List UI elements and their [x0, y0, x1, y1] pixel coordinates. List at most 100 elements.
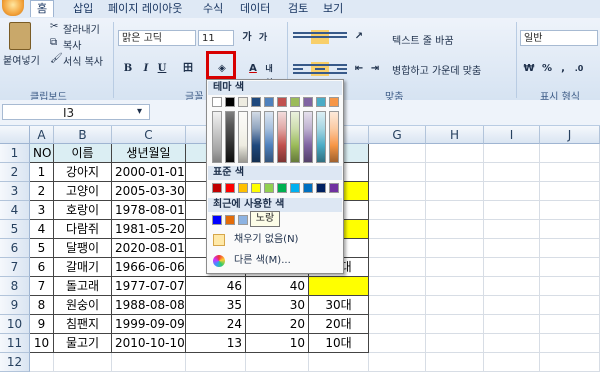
standard-color-swatch[interactable] [316, 183, 326, 193]
name-box[interactable]: I3 [2, 104, 150, 120]
shrink-font-icon[interactable]: 가 [256, 31, 270, 45]
more-colors-option[interactable]: 다른 색(M)... [208, 252, 342, 270]
theme-color-shade-swatch[interactable] [225, 111, 235, 163]
cell[interactable] [484, 163, 540, 182]
select-all-corner[interactable] [0, 126, 30, 144]
tab-data[interactable]: 데이터 [240, 1, 270, 17]
theme-color-shade-swatch[interactable] [277, 111, 287, 163]
row-header-10[interactable]: 10 [0, 315, 30, 334]
bottom-align-icon[interactable] [329, 30, 347, 44]
percent-icon[interactable]: % [540, 62, 554, 76]
tab-view[interactable]: 보기 [323, 1, 343, 17]
theme-color-shade-swatch[interactable] [264, 111, 274, 163]
indent-icon[interactable]: ⇤ [352, 62, 366, 76]
cell[interactable] [426, 239, 484, 258]
cell[interactable] [484, 239, 540, 258]
column-header-g[interactable]: G [369, 126, 426, 144]
font-size-box[interactable]: 11 [198, 30, 234, 46]
cell[interactable] [426, 296, 484, 315]
birthdate-cell[interactable]: 2010-10-10 [112, 334, 186, 353]
font-color-button[interactable]: A [246, 62, 260, 76]
paste-icon[interactable] [9, 22, 31, 50]
align-right-icon[interactable] [329, 62, 347, 76]
italic-button[interactable]: I [139, 62, 153, 76]
cell[interactable] [540, 277, 600, 296]
theme-color-shade-swatch[interactable] [251, 111, 261, 163]
cell[interactable] [426, 315, 484, 334]
orientation-icon[interactable]: ↗ [352, 30, 366, 44]
decade-cell[interactable]: 30 [246, 296, 309, 315]
row-header-6[interactable]: 6 [0, 239, 30, 258]
row-header-3[interactable]: 3 [0, 182, 30, 201]
birthdate-cell[interactable]: 1966-06-06 [112, 258, 186, 277]
middle-align-icon[interactable] [311, 30, 329, 44]
cell[interactable] [369, 277, 426, 296]
cell[interactable] [484, 296, 540, 315]
border-icon[interactable]: 田 [181, 62, 195, 76]
bold-button[interactable]: B [121, 62, 135, 76]
tab-insert[interactable]: 삽입 [73, 1, 93, 17]
header-no[interactable]: NO [30, 144, 54, 163]
standard-color-swatch[interactable] [329, 183, 339, 193]
name-cell[interactable]: 강아지 [54, 163, 112, 182]
age-group-cell[interactable]: 10대 [309, 334, 369, 353]
cut-button[interactable]: 잘라내기 [63, 21, 100, 36]
cell[interactable] [369, 315, 426, 334]
increase-decimal-icon[interactable]: .0 [572, 62, 586, 76]
birthdate-cell[interactable]: 2005-03-30 [112, 182, 186, 201]
no-cell[interactable]: 3 [30, 201, 54, 220]
no-cell[interactable]: 10 [30, 334, 54, 353]
theme-color-swatch[interactable] [277, 97, 287, 107]
name-cell[interactable]: 원숭이 [54, 296, 112, 315]
standard-color-swatch[interactable] [290, 183, 300, 193]
cell[interactable] [540, 182, 600, 201]
phonetic-icon[interactable]: 내천 [262, 62, 276, 87]
column-header-a[interactable]: A [30, 126, 54, 144]
birthdate-cell[interactable]: 1978-08-01 [112, 201, 186, 220]
cell[interactable] [484, 334, 540, 353]
standard-color-swatch[interactable] [277, 183, 287, 193]
row-header-1[interactable]: 1 [0, 144, 30, 163]
cell[interactable] [540, 258, 600, 277]
comma-icon[interactable]: , [556, 62, 570, 76]
cell[interactable] [426, 334, 484, 353]
age-cell[interactable]: 35 [186, 296, 246, 315]
cell[interactable] [426, 201, 484, 220]
cell[interactable] [540, 315, 600, 334]
decade-cell[interactable]: 40 [246, 277, 309, 296]
cell[interactable] [540, 334, 600, 353]
no-cell[interactable]: 9 [30, 315, 54, 334]
cell[interactable] [484, 182, 540, 201]
cut-icon[interactable]: ✂ [50, 21, 58, 32]
standard-color-swatch[interactable] [264, 183, 274, 193]
outdent-icon[interactable]: ⇥ [368, 62, 382, 76]
cell[interactable] [426, 182, 484, 201]
theme-color-shade-swatch[interactable] [212, 111, 222, 163]
cell[interactable] [54, 353, 112, 372]
birthdate-cell[interactable]: 1977-07-07 [112, 277, 186, 296]
birthdate-cell[interactable]: 2020-08-01 [112, 239, 186, 258]
column-header-h[interactable]: H [426, 126, 484, 144]
theme-color-swatch[interactable] [251, 97, 261, 107]
age-cell[interactable]: 13 [186, 334, 246, 353]
birthdate-cell[interactable]: 1988-08-08 [112, 296, 186, 315]
cell[interactable] [426, 163, 484, 182]
top-align-icon[interactable] [293, 30, 311, 44]
column-header-b[interactable]: B [54, 126, 112, 144]
no-cell[interactable]: 5 [30, 239, 54, 258]
standard-color-swatch[interactable] [303, 183, 313, 193]
cell[interactable] [426, 353, 484, 372]
cell[interactable] [426, 258, 484, 277]
theme-color-shade-swatch[interactable] [303, 111, 313, 163]
cell[interactable] [484, 277, 540, 296]
cell[interactable] [484, 201, 540, 220]
cell[interactable] [540, 239, 600, 258]
row-header-5[interactable]: 5 [0, 220, 30, 239]
birthdate-cell[interactable]: 1981-05-20 [112, 220, 186, 239]
grow-font-icon[interactable]: 가 [240, 31, 254, 45]
birthdate-cell[interactable]: 2000-01-01 [112, 163, 186, 182]
row-header-12[interactable]: 12 [0, 353, 30, 372]
cell[interactable] [30, 353, 54, 372]
age-cell[interactable]: 24 [186, 315, 246, 334]
cell[interactable] [369, 353, 426, 372]
